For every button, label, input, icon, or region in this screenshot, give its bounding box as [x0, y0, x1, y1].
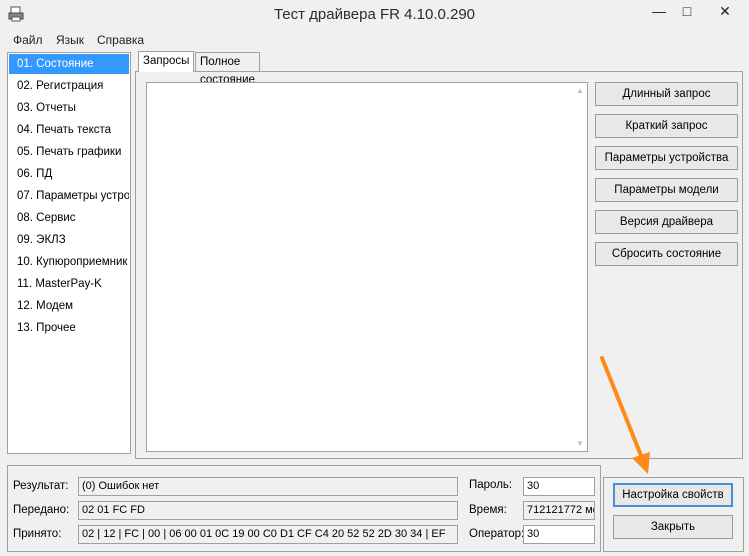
operator-label: Оператор: [469, 528, 525, 540]
nav-item-device-params[interactable]: 07. Параметры устрой [9, 186, 129, 206]
nav-item-modem[interactable]: 12. Модем [9, 296, 129, 316]
menu-help[interactable]: Справка [97, 33, 144, 47]
nav-item-other[interactable]: 13. Прочее [9, 318, 129, 338]
long-request-button[interactable]: Длинный запрос [595, 82, 738, 106]
scroll-down-icon[interactable]: ▼ [573, 439, 587, 448]
nav-item-print-text[interactable]: 04. Печать текста [9, 120, 129, 140]
nav-item-registration[interactable]: 02. Регистрация [9, 76, 129, 96]
minimize-button[interactable]: — [644, 0, 674, 22]
scroll-up-icon[interactable]: ▲ [573, 86, 587, 95]
driver-version-button[interactable]: Версия драйвера [595, 210, 738, 234]
app-window: Тест драйвера FR 4.10.0.290 — □ ✕ Файл Я… [0, 0, 749, 556]
memo-scrollbar[interactable]: ▲ ▼ [573, 83, 587, 451]
device-params-button[interactable]: Параметры устройства [595, 146, 738, 170]
time-field: 712121772 мс [523, 501, 595, 520]
close-button[interactable]: Закрыть [613, 515, 733, 539]
time-label: Время: [469, 504, 507, 516]
password-field[interactable]: 30 [523, 477, 595, 496]
menu-language[interactable]: Язык [56, 33, 84, 47]
nav-item-bill-acceptor[interactable]: 10. Купюроприемник [9, 252, 129, 272]
menu-bar: Файл Язык Справка [0, 30, 749, 50]
received-field: 02 | 12 | FC | 00 | 06 00 01 0C 19 00 C0… [78, 525, 458, 544]
maximize-button[interactable]: □ [672, 0, 702, 22]
close-window-button[interactable]: ✕ [702, 0, 748, 22]
sent-field: 02 01 FC FD [78, 501, 458, 520]
nav-item-eklz[interactable]: 09. ЭКЛЗ [9, 230, 129, 250]
nav-item-masterpay[interactable]: 11. MasterPay-K [9, 274, 129, 294]
nav-item-reports[interactable]: 03. Отчеты [9, 98, 129, 118]
password-label: Пароль: [469, 479, 513, 491]
result-field: (0) Ошибок нет [78, 477, 458, 496]
nav-item-print-graphics[interactable]: 05. Печать графики [9, 142, 129, 162]
sent-label: Передано: [13, 504, 70, 516]
annotation-arrow-icon [600, 356, 650, 474]
received-label: Принято: [13, 528, 62, 540]
tab-requests[interactable]: Запросы [138, 51, 195, 72]
menu-file[interactable]: Файл [13, 33, 43, 47]
window-title: Тест драйвера FR 4.10.0.290 [273, 6, 476, 23]
short-request-button[interactable]: Краткий запрос [595, 114, 738, 138]
model-params-button[interactable]: Параметры модели [595, 178, 738, 202]
settings-button[interactable]: Настройка свойств [613, 483, 733, 507]
result-label: Результат: [13, 480, 69, 492]
output-memo[interactable]: ▲ ▼ [146, 82, 588, 452]
title-bar: Тест драйвера FR 4.10.0.290 — □ ✕ [0, 0, 749, 30]
nav-item-service[interactable]: 08. Сервис [9, 208, 129, 228]
operator-field[interactable]: 30 [523, 525, 595, 544]
reset-state-button[interactable]: Сбросить состояние [595, 242, 738, 266]
section-list[interactable]: 01. Состояние 02. Регистрация 03. Отчеты… [7, 52, 131, 454]
nav-item-pd[interactable]: 06. ПД [9, 164, 129, 184]
nav-item-status[interactable]: 01. Состояние [9, 54, 129, 74]
tab-full-state[interactable]: Полное состояние [195, 52, 260, 86]
